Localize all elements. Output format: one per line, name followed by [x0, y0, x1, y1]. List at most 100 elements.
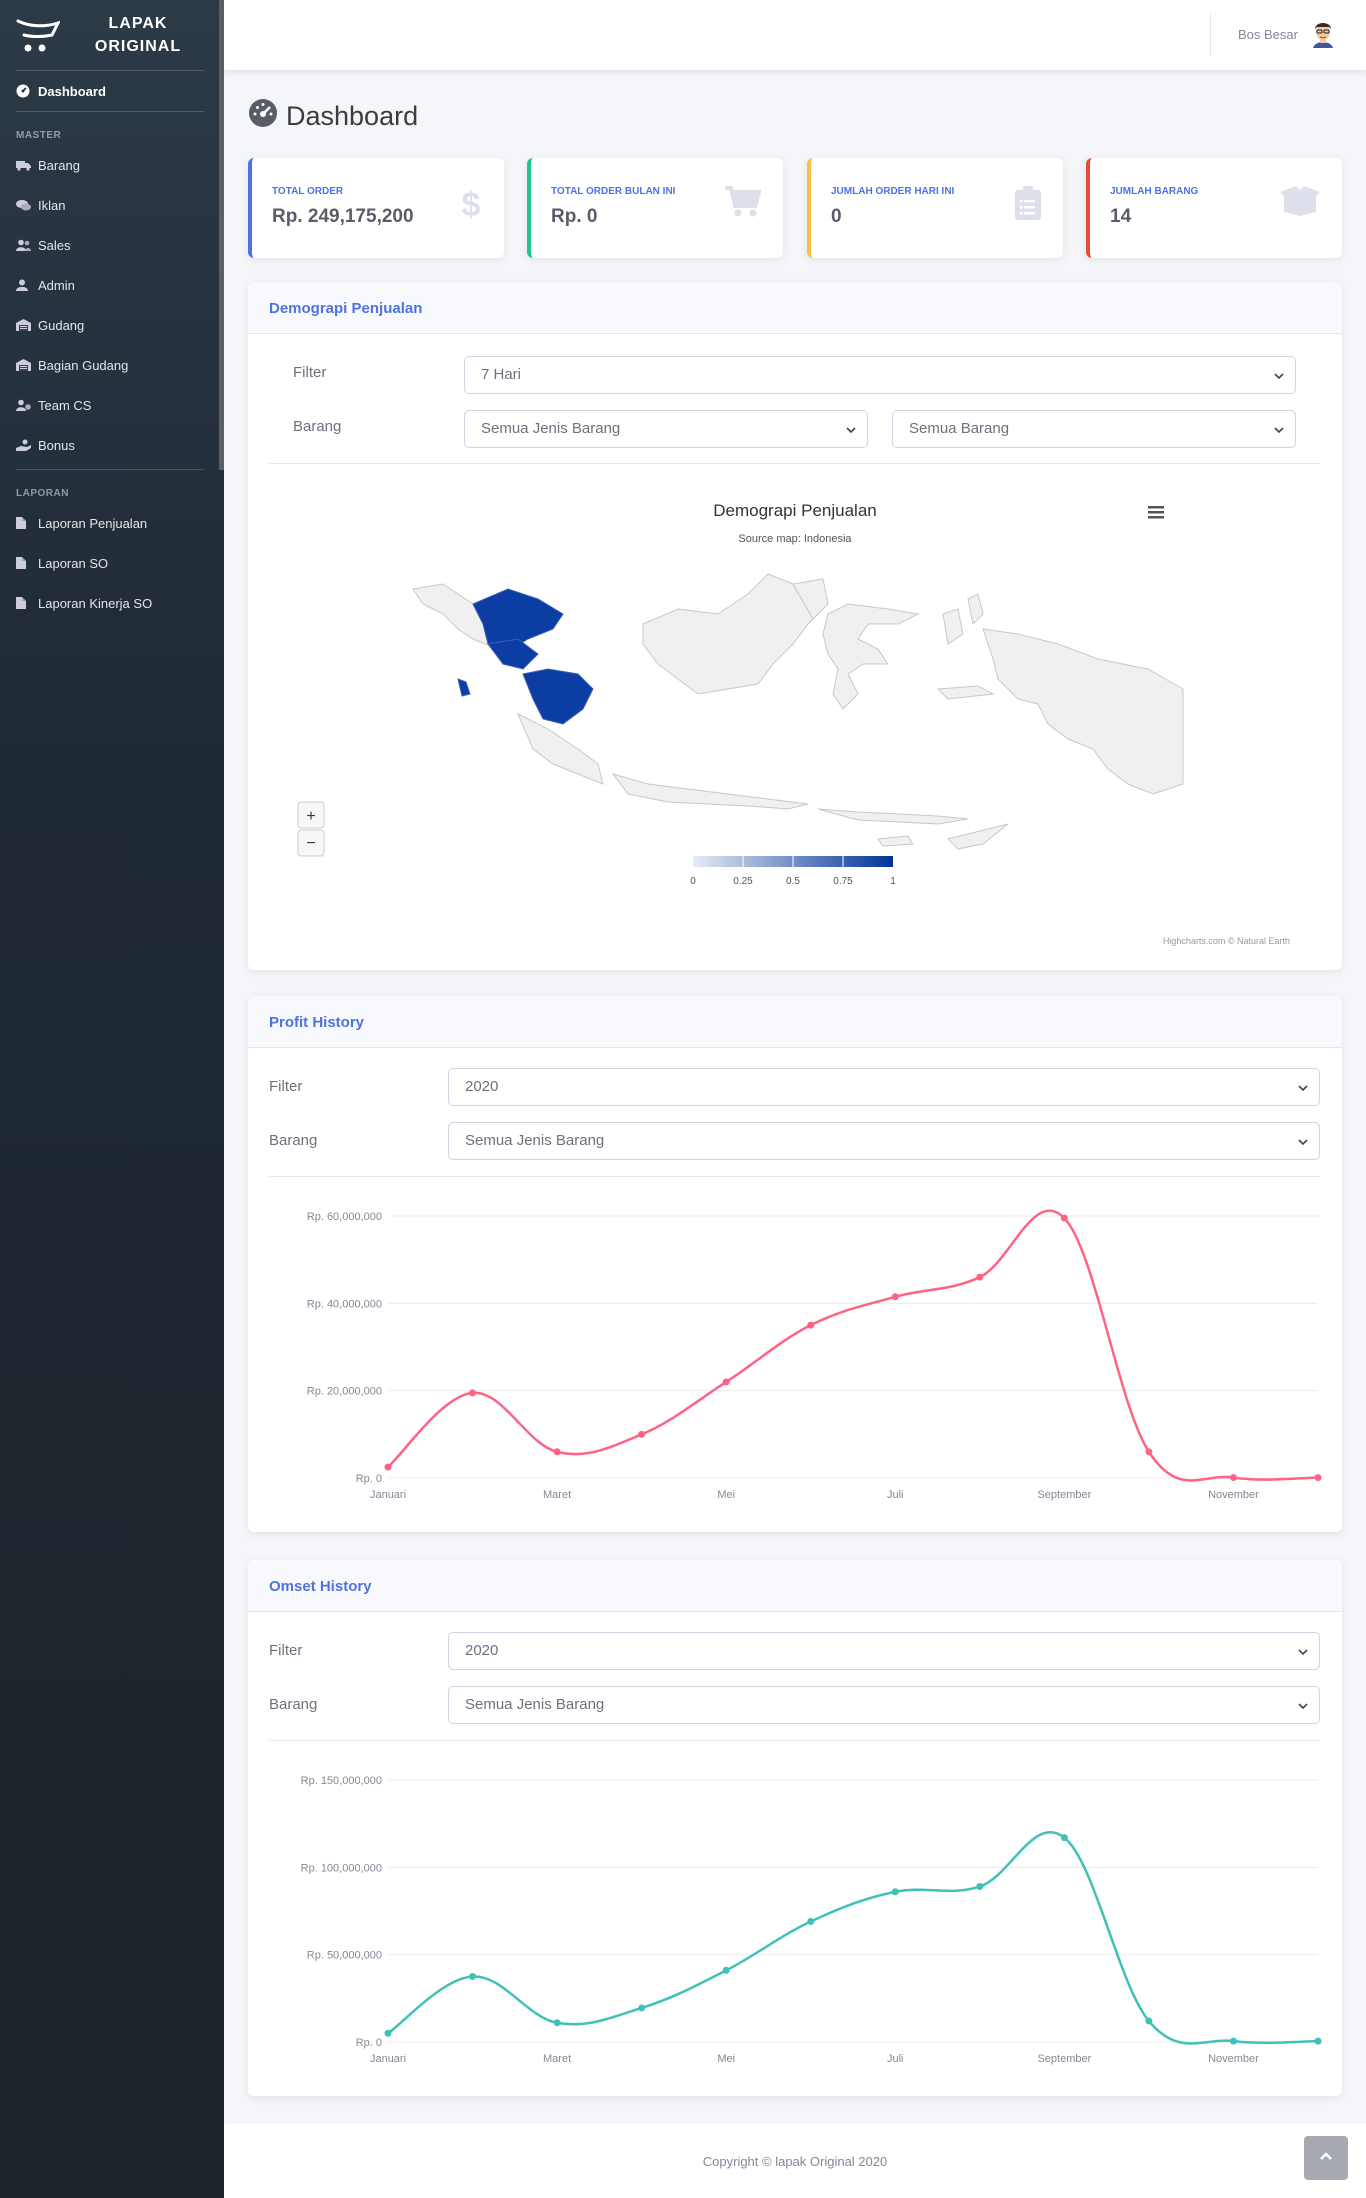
data-point[interactable]: [384, 1463, 392, 1471]
omset-filter-select[interactable]: 2020: [448, 1632, 1320, 1670]
stat-card-jumlah-barang: JUMLAH BARANG 14: [1086, 158, 1342, 258]
barang-label: Barang: [269, 1132, 318, 1149]
stat-label: JUMLAH ORDER HARI INI: [831, 186, 955, 197]
omset-line-chart[interactable]: Rp. 0 Rp. 50,000,000 Rp. 100,000,000 Rp. 15…: [248, 1750, 1342, 2090]
data-point[interactable]: [1060, 1214, 1068, 1222]
data-point[interactable]: [891, 1293, 899, 1301]
sidebar-item-laporan-penjualan[interactable]: Laporan Penjualan: [0, 503, 224, 543]
sidebar-item-gudang[interactable]: Gudang: [0, 305, 224, 345]
user-name[interactable]: Bos Besar: [1238, 27, 1298, 42]
sidebar-item-dashboard[interactable]: Dashboard: [0, 71, 224, 111]
sidebar-item-admin[interactable]: Admin: [0, 265, 224, 305]
sidebar-item-bonus[interactable]: Bonus: [0, 425, 224, 465]
west-coast-islands[interactable]: [457, 678, 471, 697]
hand-holding-icon: [16, 439, 36, 451]
profit-barang-select[interactable]: Semua Jenis Barang: [448, 1122, 1320, 1160]
sidebar-item-label: Laporan Penjualan: [38, 515, 148, 531]
data-point[interactable]: [976, 1273, 984, 1281]
data-point[interactable]: [976, 1883, 984, 1891]
java[interactable]: [611, 773, 809, 810]
hamburger-menu-icon[interactable]: [1148, 506, 1164, 519]
avatar[interactable]: [1307, 18, 1339, 50]
sidebar-item-bagian-gudang[interactable]: Bagian Gudang: [0, 345, 224, 385]
omset-barang-select[interactable]: Semua Jenis Barang: [448, 1686, 1320, 1724]
data-point[interactable]: [891, 1888, 899, 1896]
papua[interactable]: [982, 628, 1184, 795]
data-point[interactable]: [469, 1389, 477, 1397]
data-point[interactable]: [1314, 2037, 1322, 2045]
demografi-jenis-select[interactable]: Semua Jenis Barang: [464, 410, 868, 448]
data-point[interactable]: [722, 1378, 730, 1386]
sumba[interactable]: [877, 835, 914, 847]
data-point[interactable]: [722, 1966, 730, 1974]
sumsel-province[interactable]: [522, 668, 594, 725]
sidebar-item-barang[interactable]: Barang: [0, 145, 224, 185]
x-tick-label: September: [1037, 2053, 1091, 2065]
data-point[interactable]: [807, 1917, 815, 1925]
nusa-tenggara[interactable]: [817, 808, 969, 825]
data-point[interactable]: [469, 1973, 477, 1980]
sulawesi[interactable]: [822, 603, 920, 710]
data-point[interactable]: [1060, 1834, 1068, 1842]
demografi-filter-select[interactable]: 7 Hari: [464, 356, 1296, 394]
footer: Copyright © lapak Original 2020: [224, 2124, 1366, 2198]
indonesia-map[interactable]: Demograpi Penjualan Source map: Indonesi…: [248, 464, 1342, 964]
sidebar-item-label: Bagian Gudang: [38, 357, 129, 373]
chevron-down-icon: [1297, 1135, 1309, 1152]
x-tick-label: November: [1208, 2053, 1259, 2065]
sidebar-item-sales[interactable]: Sales: [0, 225, 224, 265]
data-point[interactable]: [384, 2029, 392, 2037]
timor[interactable]: [947, 823, 1009, 850]
user-icon: [16, 279, 36, 291]
stat-value: Rp. 249,175,200: [272, 206, 414, 227]
x-tick-label: Januari: [370, 1489, 406, 1501]
zoom-in-button[interactable]: +: [297, 801, 325, 829]
stat-label: TOTAL ORDER: [272, 186, 344, 197]
sidebar-item-label: Team CS: [38, 397, 92, 413]
sidebar-item-label: Dashboard: [38, 83, 106, 99]
data-point[interactable]: [1229, 2037, 1237, 2045]
seram[interactable]: [936, 685, 995, 700]
page-title-text: Dashboard: [286, 101, 419, 131]
warehouse-icon: [16, 359, 36, 371]
sidebar-item-iklan[interactable]: Iklan: [0, 185, 224, 225]
y-tick-label: Rp. 20,000,000: [307, 1386, 382, 1398]
sumatra-south[interactable]: [517, 712, 604, 785]
profit-line-chart[interactable]: Rp. 0 Rp. 20,000,000 Rp. 40,000,000 Rp. 60,…: [248, 1186, 1342, 1526]
zoom-out-label: −: [306, 835, 315, 852]
zoom-in-label: +: [306, 808, 315, 825]
x-tick-label: Mei: [717, 2053, 735, 2065]
brand[interactable]: LAPAK ORIGINAL: [0, 0, 224, 70]
chevron-down-icon: [1297, 1081, 1309, 1098]
copyright-text: Copyright © lapak Original 2020: [702, 2154, 888, 2169]
data-point[interactable]: [1229, 1474, 1237, 1482]
stat-value: 0: [831, 206, 842, 227]
jambi-province[interactable]: [487, 638, 539, 670]
data-point[interactable]: [638, 1430, 646, 1438]
data-point[interactable]: [1314, 1474, 1322, 1482]
select-value: 2020: [465, 1642, 499, 1659]
data-point[interactable]: [1145, 2017, 1153, 2025]
scroll-to-top-button[interactable]: [1304, 2136, 1348, 2180]
data-point[interactable]: [638, 2004, 646, 2012]
sidebar-item-team-cs[interactable]: Team CS: [0, 385, 224, 425]
chevron-down-icon: [1273, 369, 1285, 386]
sidebar-item-laporan-kinerja-so[interactable]: Laporan Kinerja SO: [0, 583, 224, 623]
data-point[interactable]: [1145, 1448, 1153, 1456]
data-point[interactable]: [553, 2019, 561, 2027]
maluku[interactable]: [942, 608, 964, 645]
borneo[interactable]: [642, 573, 819, 695]
data-point[interactable]: [553, 1448, 561, 1456]
zoom-out-button[interactable]: −: [297, 829, 325, 857]
x-tick-label: November: [1208, 1489, 1259, 1501]
sidebar-item-laporan-so[interactable]: Laporan SO: [0, 543, 224, 583]
data-point[interactable]: [807, 1321, 815, 1329]
map-title: Demograpi Penjualan: [713, 501, 877, 520]
sidebar-scrollbar[interactable]: [219, 0, 224, 470]
demografi-barang-select[interactable]: Semua Barang: [892, 410, 1296, 448]
profit-filter-select[interactable]: 2020: [448, 1068, 1320, 1106]
sidebar-item-label: Gudang: [38, 317, 85, 333]
map-credits[interactable]: Highcharts.com © Natural Earth: [1163, 936, 1290, 946]
chevron-down-icon: [1273, 423, 1285, 440]
halmahera[interactable]: [967, 593, 984, 626]
